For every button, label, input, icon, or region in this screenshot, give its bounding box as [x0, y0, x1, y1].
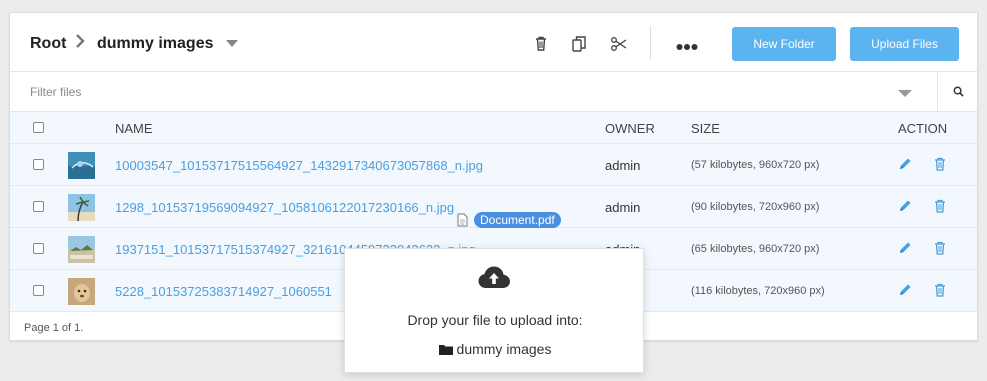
more-icon[interactable] [676, 39, 698, 50]
document-icon [457, 213, 468, 226]
row-checkbox[interactable] [33, 201, 44, 212]
drop-target-folder-name: dummy images [456, 341, 552, 357]
pencil-icon[interactable] [897, 282, 913, 298]
file-size: (90 kilobytes, 720x960 px) [691, 201, 820, 213]
file-size: (116 kilobytes, 720x960 px) [691, 285, 825, 297]
file-owner: admin [605, 200, 641, 215]
breadcrumb-root[interactable]: Root [30, 35, 66, 53]
trash-icon[interactable] [932, 282, 948, 298]
header-bar: Root dummy images New Folder Upload File… [10, 13, 977, 71]
row-checkbox[interactable] [33, 243, 44, 254]
drop-target-folder: dummy images [345, 341, 645, 357]
row-checkbox[interactable] [33, 285, 44, 296]
search-button[interactable] [937, 72, 978, 111]
row-checkbox[interactable] [33, 159, 44, 170]
scissors-icon[interactable] [609, 34, 629, 54]
table-row[interactable]: 10003547_10153717515564927_1432917340673… [10, 144, 977, 186]
file-size: (57 kilobytes, 960x720 px) [691, 159, 820, 171]
trash-icon[interactable] [531, 34, 551, 54]
drop-message: Drop your file to upload into: [407, 312, 583, 328]
filter-input[interactable] [10, 72, 938, 111]
file-name-link[interactable]: 5228_10153725383714927_1060551 [115, 284, 332, 299]
dragged-file-name: Document.pdf [474, 211, 561, 228]
table-header: NAME OWNER SIZE ACTION [10, 112, 977, 144]
column-header-action: ACTION [898, 121, 948, 136]
breadcrumb-current: dummy images [97, 35, 214, 52]
image-thumbnail[interactable] [68, 194, 95, 221]
filter-dropdown-icon[interactable] [898, 90, 912, 97]
upload-drop-zone[interactable]: Drop your file to upload into: dummy ima… [344, 248, 644, 373]
toolbar-divider [650, 26, 651, 60]
search-icon [953, 86, 964, 97]
column-header-owner[interactable]: OWNER [605, 121, 655, 136]
new-folder-button[interactable]: New Folder [732, 27, 836, 61]
column-header-size[interactable]: SIZE [691, 121, 720, 136]
drag-preview: Document.pdf [455, 211, 561, 228]
pencil-icon[interactable] [897, 156, 913, 172]
filter-bar [10, 71, 977, 112]
trash-icon[interactable] [932, 198, 948, 214]
file-size: (65 kilobytes, 960x720 px) [691, 243, 820, 255]
upload-files-button[interactable]: Upload Files [850, 27, 959, 61]
select-all-checkbox[interactable] [33, 122, 44, 133]
column-header-name[interactable]: NAME [115, 121, 153, 136]
copy-icon[interactable] [569, 34, 589, 54]
file-name-link[interactable]: 10003547_10153717515564927_1432917340673… [115, 158, 483, 173]
trash-icon[interactable] [932, 240, 948, 256]
file-owner: admin [605, 158, 641, 173]
cloud-upload-icon [478, 266, 510, 288]
folder-icon [438, 345, 453, 355]
chevron-right-icon [76, 34, 85, 48]
pencil-icon[interactable] [897, 198, 913, 214]
pagination-text: Page 1 of 1. [24, 322, 84, 334]
image-thumbnail[interactable] [68, 236, 95, 263]
breadcrumb-dropdown-icon[interactable] [226, 40, 238, 47]
image-thumbnail[interactable] [68, 152, 95, 179]
image-thumbnail[interactable] [68, 278, 95, 305]
pencil-icon[interactable] [897, 240, 913, 256]
trash-icon[interactable] [932, 156, 948, 172]
file-name-link[interactable]: 1298_10153719569094927_10581061220172301… [115, 200, 454, 215]
